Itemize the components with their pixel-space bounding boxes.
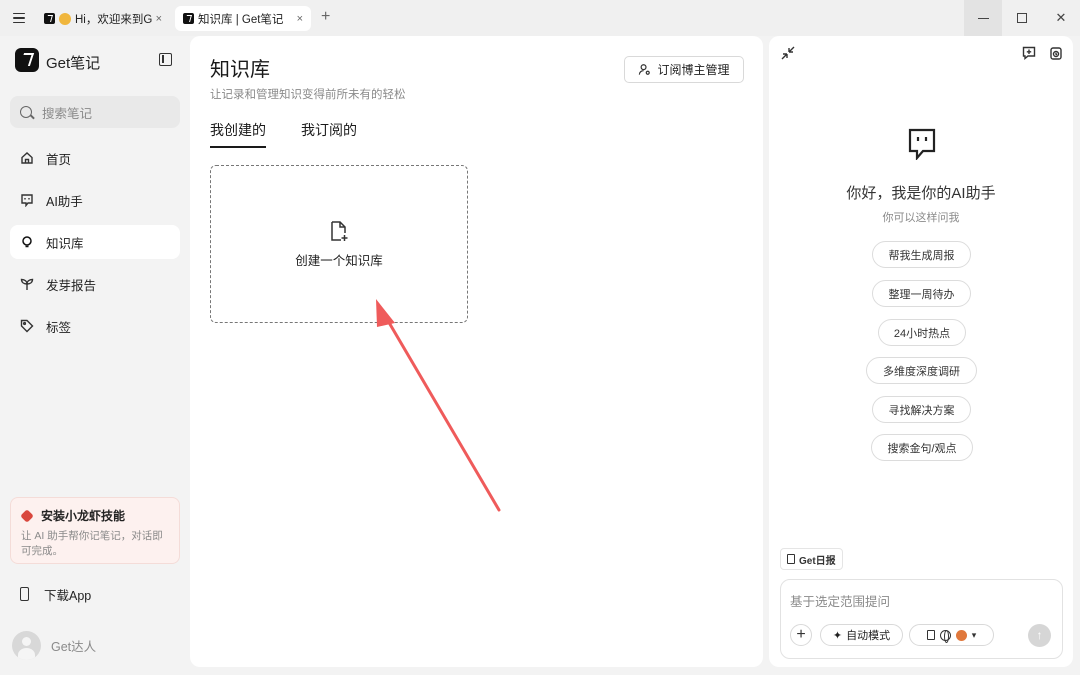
minimize-button[interactable] <box>964 0 1002 36</box>
tab-label: 知识库 | Get笔记 <box>198 13 284 26</box>
assistant-subtitle: 你可以这样问我 <box>882 212 960 224</box>
install-skill-promo[interactable]: 安装小龙虾技能 让 AI 助手帮你记笔记，对话即可完成。 <box>10 497 180 564</box>
minimize-icon <box>977 17 989 19</box>
app-logo-icon <box>15 48 39 72</box>
get-daily-label: Get日报 <box>799 555 836 567</box>
main-panel: 知识库 让记录和管理知识变得前所未有的轻松 订阅博主管理 我创建的 我订阅的 创… <box>190 36 763 667</box>
create-knowledge-base-card[interactable]: 创建一个知识库 <box>210 165 468 323</box>
download-label: 下载App <box>44 588 92 603</box>
document-icon <box>926 630 935 640</box>
collapse-sidebar-icon[interactable] <box>159 53 172 66</box>
collapse-panel-icon[interactable] <box>781 46 795 60</box>
suggestion-chip[interactable]: 寻找解决方案 <box>872 396 971 423</box>
ai-bot-face-icon <box>908 128 936 160</box>
model-avatar-icon <box>955 629 967 641</box>
maximize-button[interactable] <box>1003 0 1041 36</box>
sidebar-item-ai-assistant[interactable]: AI助手 <box>10 183 180 217</box>
sprout-icon <box>20 277 34 291</box>
sparkle-icon: ✦ <box>832 629 843 642</box>
lobster-icon <box>20 508 34 523</box>
home-icon <box>20 151 34 165</box>
suggestion-chip[interactable]: 整理一周待办 <box>872 280 971 307</box>
source-selector[interactable]: ▾ <box>909 624 994 646</box>
annotation-arrow <box>376 299 501 512</box>
promo-title: 安装小龙虾技能 <box>41 509 126 523</box>
search-placeholder: 搜索笔记 <box>42 106 93 121</box>
chat-input-placeholder: 基于选定范围提问 <box>790 595 891 609</box>
phone-icon <box>20 587 29 601</box>
suggestion-chip[interactable]: 多维度深度调研 <box>866 357 977 384</box>
menu-icon[interactable] <box>9 8 29 28</box>
new-tab-button[interactable]: + <box>321 9 330 25</box>
sidebar-item-label: 发芽报告 <box>46 278 97 293</box>
sidebar-item-knowledge-base[interactable]: 知识库 <box>10 225 180 259</box>
user-settings-icon <box>639 64 651 75</box>
app-favicon-icon <box>183 13 194 24</box>
sidebar-item-label: AI助手 <box>46 194 83 209</box>
sidebar-item-sprout-report[interactable]: 发芽报告 <box>10 267 180 301</box>
get-daily-chip[interactable]: Get日报 <box>780 548 843 570</box>
tab-subscribed[interactable]: 我订阅的 <box>301 120 357 140</box>
search-input[interactable]: 搜索笔记 <box>10 96 180 128</box>
sidebar-item-label: 标签 <box>46 320 72 335</box>
page-subtitle: 让记录和管理知识变得前所未有的轻松 <box>210 89 406 101</box>
suggestion-chip[interactable]: 24小时热点 <box>878 319 966 346</box>
chat-composer[interactable]: 基于选定范围提问 + ✦ 自动模式 ▾ ↑ <box>780 579 1063 659</box>
sidebar-item-label: 首页 <box>46 152 72 167</box>
add-file-icon <box>331 220 348 241</box>
auto-mode-button[interactable]: ✦ 自动模式 <box>820 624 903 646</box>
subscribe-manage-button[interactable]: 订阅博主管理 <box>624 56 744 83</box>
promo-description: 让 AI 助手帮你记笔记，对话即可完成。 <box>21 530 163 557</box>
brand-name: Get笔记 <box>46 55 101 72</box>
chevron-down-icon: ▾ <box>971 629 977 640</box>
send-button[interactable]: ↑ <box>1028 624 1051 647</box>
ai-assistant-panel: 你好，我是你的AI助手 你可以这样问我 帮我生成周报 整理一周待办 24小时热点… <box>769 36 1073 667</box>
chat-bot-icon <box>20 193 34 207</box>
globe-icon <box>939 629 951 643</box>
history-icon[interactable] <box>1049 46 1063 60</box>
new-chat-icon[interactable] <box>1022 46 1036 60</box>
assistant-greeting: 你好，我是你的AI助手 <box>846 185 996 202</box>
tab-created[interactable]: 我创建的 <box>210 120 266 148</box>
search-icon <box>20 106 32 118</box>
suggestion-chip[interactable]: 帮我生成周报 <box>872 241 971 268</box>
tab-welcome[interactable]: Hi，欢迎来到Ge × <box>36 6 170 31</box>
close-window-button[interactable]: ✕ <box>1042 0 1080 36</box>
document-icon <box>787 554 795 564</box>
page-title: 知识库 <box>210 59 270 81</box>
user-profile[interactable]: Get达人 <box>12 631 96 660</box>
download-app-button[interactable]: 下载App <box>10 579 180 609</box>
sidebar: Get笔记 搜索笔记 首页 AI助手 知识库 发芽报告 标签 安装小龙虾技能 让… <box>0 36 190 675</box>
auto-mode-label: 自动模式 <box>846 630 891 642</box>
tab-knowledge-base[interactable]: 知识库 | Get笔记 × <box>175 6 311 31</box>
tab-close-icon[interactable]: × <box>297 13 303 25</box>
sidebar-item-tags[interactable]: 标签 <box>10 309 180 343</box>
add-attachment-button[interactable]: + <box>790 624 812 646</box>
subscribe-manage-label: 订阅博主管理 <box>657 63 730 77</box>
avatar <box>12 631 41 660</box>
tab-close-icon[interactable]: × <box>156 13 162 25</box>
maximize-icon <box>1017 13 1027 23</box>
create-knowledge-base-label: 创建一个知识库 <box>295 253 383 268</box>
bulb-icon <box>20 235 34 249</box>
wave-emoji-icon <box>59 12 71 25</box>
title-bar: Hi，欢迎来到Ge × 知识库 | Get笔记 × + ✕ <box>0 0 1080 36</box>
sidebar-item-home[interactable]: 首页 <box>10 141 180 175</box>
suggestion-chip[interactable]: 搜索金句/观点 <box>871 434 973 461</box>
user-name: Get达人 <box>51 640 97 654</box>
tab-label: Hi，欢迎来到Ge <box>75 13 152 26</box>
app-favicon-icon <box>44 13 55 24</box>
tag-icon <box>20 319 34 333</box>
sidebar-item-label: 知识库 <box>46 236 84 251</box>
